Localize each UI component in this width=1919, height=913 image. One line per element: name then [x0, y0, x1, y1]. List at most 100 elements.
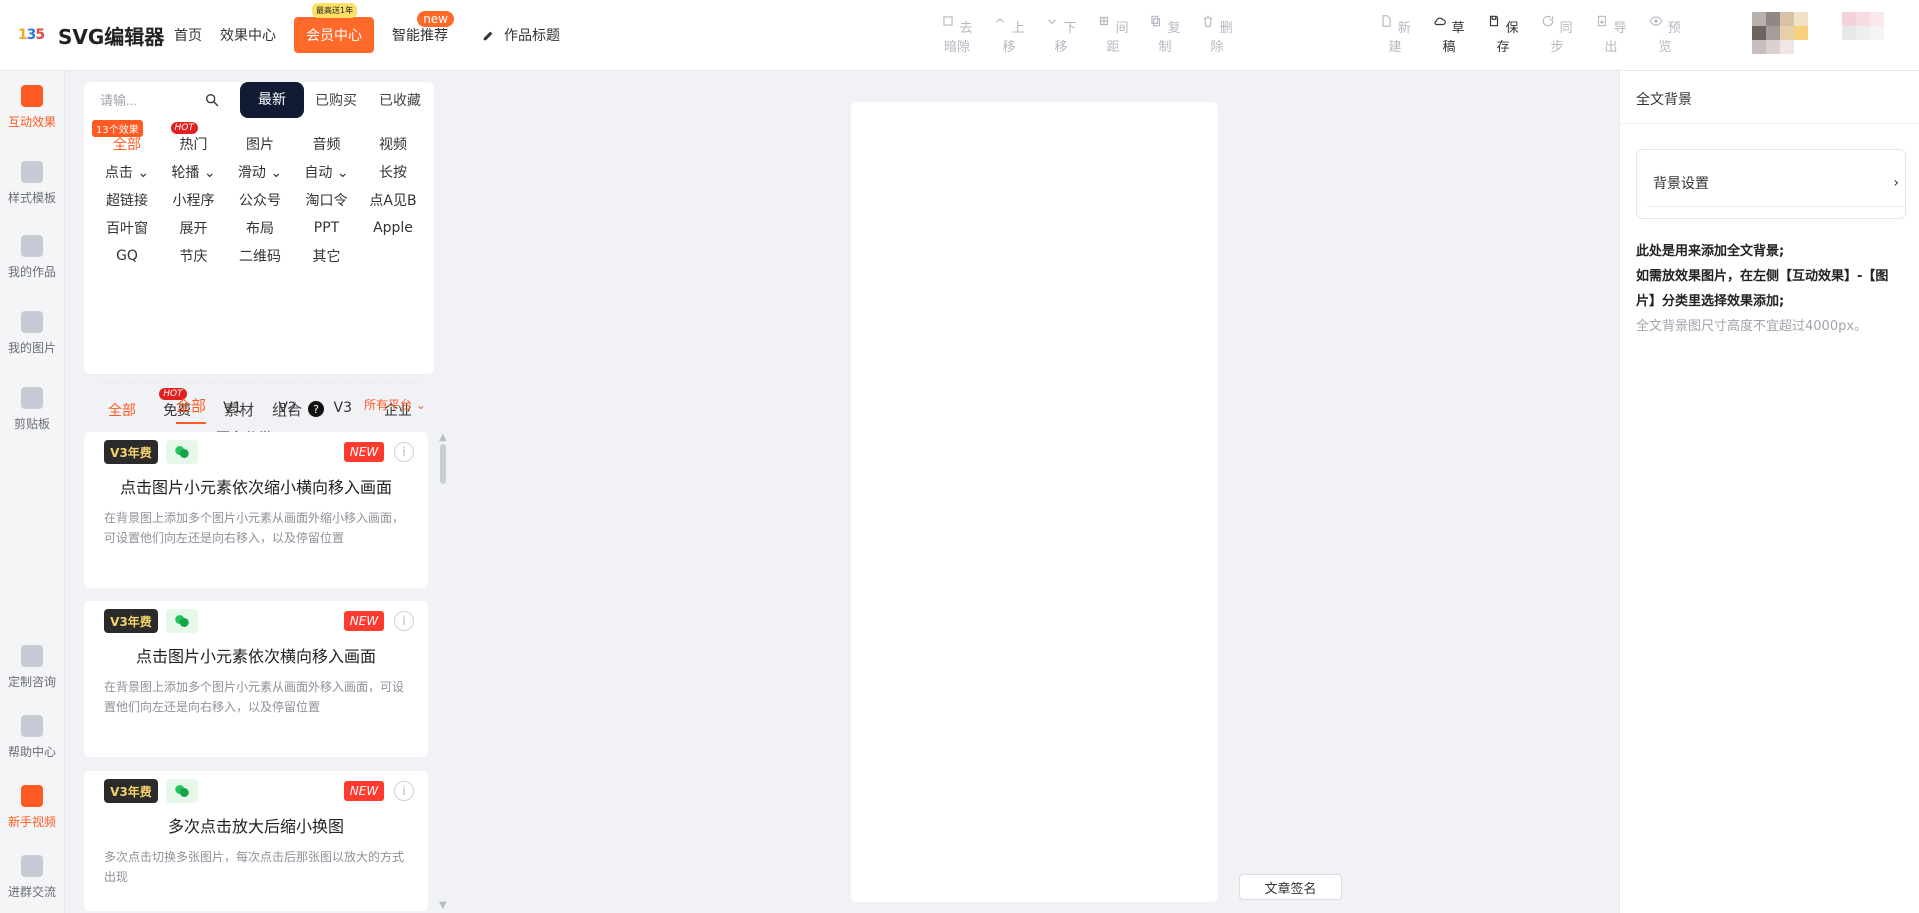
category-click[interactable]: 点击 ⌄: [98, 162, 156, 182]
question-icon: ?: [308, 401, 325, 417]
sidebar-item-my-works[interactable]: 我的作品: [0, 235, 64, 280]
card-description: 在背景图上添加多个图片小元素从画面外缩小移入画面，可设置他们向左还是向右移入，以…: [104, 511, 405, 545]
category-gq[interactable]: GQ: [98, 248, 156, 264]
sort-purchased[interactable]: 已购买: [304, 90, 368, 110]
help-line: 如需放效果图片，在左侧【互动效果】-【图片】分类里选择效果添加;: [1636, 269, 1889, 309]
background-settings[interactable]: 背景设置 ›: [1636, 149, 1906, 219]
category-click-a-see-b[interactable]: 点A见B: [364, 190, 422, 210]
effect-card[interactable]: V3年费 NEW i 点击图片小元素依次横向移入画面 在背景图上添加多个图片小元…: [84, 601, 428, 757]
headset-icon: [21, 645, 43, 667]
version-all[interactable]: 全部: [98, 400, 146, 420]
category-mini-program[interactable]: 小程序: [165, 190, 223, 210]
app-title: SVG编辑器: [58, 24, 165, 49]
tab-combinations[interactable]: 组合 ?: [272, 399, 325, 420]
refresh-icon: [1543, 15, 1554, 27]
tab-materials[interactable]: 素材: [224, 399, 254, 420]
category-label: 全部: [113, 137, 141, 153]
editor-canvas[interactable]: [851, 102, 1218, 902]
tool-move-down[interactable]: 下移: [1044, 14, 1078, 55]
nav-effects-center[interactable]: 效果中心: [220, 25, 276, 45]
grid-icon: [1100, 16, 1109, 26]
category-auto[interactable]: 自动 ⌄: [298, 162, 356, 182]
background-settings-row[interactable]: 背景设置 ›: [1647, 160, 1905, 207]
category-hyperlink[interactable]: 超链接: [98, 190, 156, 210]
category-long-press[interactable]: 长按: [364, 162, 422, 182]
card-badges: V3年费: [104, 440, 198, 464]
tool-draft[interactable]: 草稿: [1432, 14, 1466, 55]
sort-favorited[interactable]: 已收藏: [368, 90, 432, 110]
sidebar-item-new-user-video[interactable]: 新手视频: [0, 785, 64, 830]
nav-home[interactable]: 首页: [174, 25, 202, 45]
sidebar-item-help-center[interactable]: 帮助中心: [0, 715, 64, 760]
category-layout[interactable]: 布局: [231, 218, 289, 238]
category-video[interactable]: 视频: [364, 134, 422, 154]
category-all[interactable]: 13个效果 全部: [92, 120, 156, 154]
scroll-down-icon[interactable]: ▼: [439, 900, 447, 911]
nav-smart-recommend[interactable]: 智能推荐 new: [392, 11, 454, 45]
category-label: 热门: [179, 137, 208, 153]
category-image[interactable]: 图片: [231, 134, 289, 154]
sidebar-item-interactive-effects[interactable]: 互动效果: [0, 85, 64, 130]
category-blinds[interactable]: 百叶窗: [98, 218, 156, 238]
category-carousel[interactable]: 轮播 ⌄: [165, 162, 223, 182]
tool-preview[interactable]: 预览: [1648, 14, 1682, 55]
category-apple[interactable]: Apple: [364, 220, 422, 236]
scroll-up-icon[interactable]: ▲: [439, 432, 447, 443]
copy-icon: [1151, 15, 1161, 27]
work-title[interactable]: 作品标题: [482, 25, 560, 45]
tool-spacing[interactable]: 间距: [1096, 14, 1130, 55]
tool-remove-gap[interactable]: 去暗隙: [940, 14, 974, 55]
sidebar-item-my-images[interactable]: 我的图片: [0, 311, 64, 356]
v3-badge: V3年费: [104, 609, 158, 633]
effect-card[interactable]: V3年费 NEW i 点击图片小元素依次缩小横向移入画面 在背景图上添加多个图片…: [84, 432, 428, 588]
search-box[interactable]: [84, 82, 238, 118]
card-description: 在背景图上添加多个图片小元素从画面外移入画面，可设置他们向左还是向右移入，以及停…: [104, 680, 405, 714]
effect-card[interactable]: V3年费 NEW i 多次点击放大后缩小换图 多次点击切换多张图片，每次点击后那…: [84, 771, 428, 911]
avatar[interactable]: [1752, 12, 1884, 58]
cloud-icon: [1434, 17, 1447, 26]
category-taobao-code[interactable]: 淘口令: [298, 190, 356, 210]
sidebar-item-style-templates[interactable]: 样式模板: [0, 161, 64, 206]
help-line-muted: 全文背景图尺寸高度不宜超过4000px。: [1636, 319, 1868, 334]
category-festival[interactable]: 节庆: [165, 246, 223, 266]
wechat-icon: [166, 609, 198, 633]
category-expand[interactable]: 展开: [165, 218, 223, 238]
cloud-image-icon: [21, 311, 43, 333]
sidebar-item-label: 剪贴板: [13, 417, 50, 431]
tool-export[interactable]: 导出: [1594, 14, 1628, 55]
effect-filter-panel: 最新 已购买 已收藏 13个效果 全部 HOT 热门 图片 音频 视频 点击 ⌄…: [84, 82, 434, 447]
info-icon[interactable]: i: [394, 781, 414, 801]
tool-new[interactable]: 新建: [1378, 14, 1412, 55]
tab-all[interactable]: 全部: [176, 395, 207, 424]
platform-filter[interactable]: 所有平台 ⌄: [364, 396, 426, 413]
category-hot[interactable]: HOT 热门: [165, 122, 223, 154]
category-other[interactable]: 其它: [298, 246, 356, 266]
category-audio[interactable]: 音频: [298, 134, 356, 154]
sidebar-item-join-group[interactable]: 进群交流: [0, 855, 64, 900]
nav-member-center[interactable]: 最高送1年 会员中心: [294, 3, 374, 53]
category-grid: 13个效果 全部 HOT 热门 图片 音频 视频 点击 ⌄ 轮播 ⌄ 滑动 ⌄: [92, 120, 422, 270]
sidebar-item-clipboard[interactable]: 剪贴板: [0, 387, 64, 432]
category-qr-code[interactable]: 二维码: [231, 246, 289, 266]
category-swipe[interactable]: 滑动 ⌄: [231, 162, 289, 182]
category-ppt[interactable]: PPT: [298, 220, 356, 236]
article-signature-button[interactable]: 文章签名: [1239, 874, 1342, 900]
tool-copy[interactable]: 复制: [1148, 14, 1182, 55]
info-icon[interactable]: i: [394, 611, 414, 631]
info-icon[interactable]: i: [394, 442, 414, 462]
sidebar-item-consulting[interactable]: 定制咨询: [0, 645, 64, 690]
category-official-account[interactable]: 公众号: [231, 190, 289, 210]
tab-label: 组合: [272, 400, 303, 419]
help-line: 此处是用来添加全文背景;: [1636, 244, 1785, 259]
member-center-button[interactable]: 最高送1年 会员中心: [294, 3, 374, 53]
tool-sync[interactable]: 同步: [1540, 14, 1574, 55]
tool-move-up[interactable]: 上移: [992, 14, 1026, 55]
search-input[interactable]: [98, 91, 194, 109]
sort-latest[interactable]: 最新: [240, 82, 304, 118]
top-header: 135 SVG编辑器 首页 效果中心 最高送1年 会员中心 智能推荐 new 作…: [0, 0, 1919, 71]
list-scrollbar[interactable]: ▲ ▼: [439, 432, 447, 912]
app-logo[interactable]: 135 SVG编辑器: [14, 17, 164, 53]
scroll-thumb[interactable]: [440, 444, 446, 484]
tool-delete[interactable]: 删除: [1200, 14, 1234, 55]
tool-save[interactable]: 保存: [1486, 14, 1520, 55]
